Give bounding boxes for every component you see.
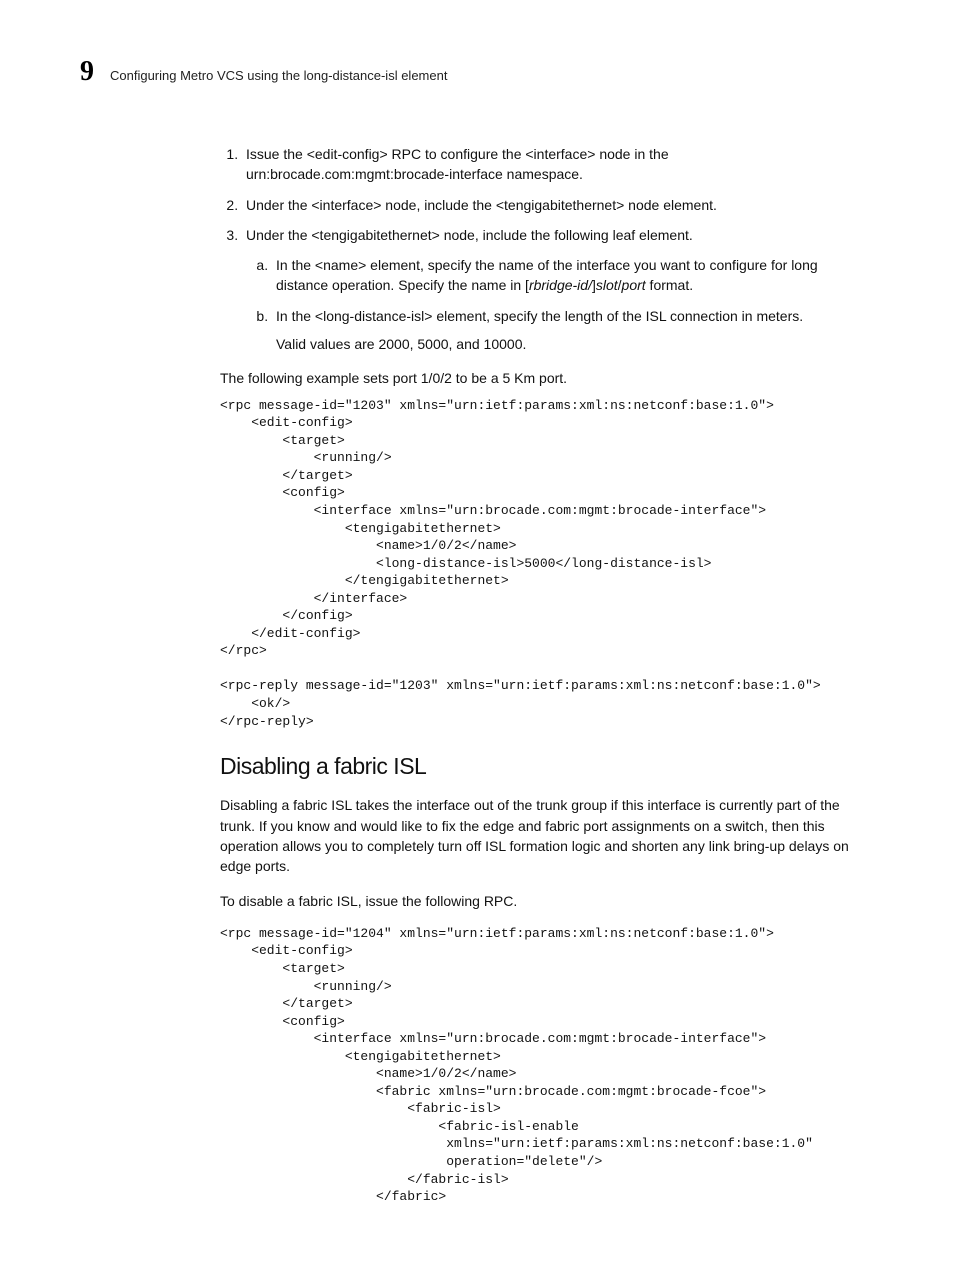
page-container: 9 Configuring Metro VCS using the long-d… bbox=[0, 0, 954, 1286]
step-3b-text: In the <long-distance-isl> element, spec… bbox=[276, 308, 803, 324]
step-3b: In the <long-distance-isl> element, spec… bbox=[272, 306, 868, 355]
step-3a-slot: slot bbox=[596, 277, 618, 293]
sub-steps: In the <name> element, specify the name … bbox=[246, 255, 868, 354]
page-header: 9 Configuring Metro VCS using the long-d… bbox=[80, 56, 874, 88]
step-3a-rbridge: rbridge-id/ bbox=[529, 277, 592, 293]
step-2: Under the <interface> node, include the … bbox=[242, 195, 868, 215]
procedure-list: Issue the <edit-config> RPC to configure… bbox=[220, 144, 868, 354]
step-3a-port: port bbox=[622, 277, 646, 293]
example-intro: The following example sets port 1/0/2 to… bbox=[220, 368, 868, 388]
step-3-text: Under the <tengigabitethernet> node, inc… bbox=[246, 227, 693, 243]
step-3a: In the <name> element, specify the name … bbox=[272, 255, 868, 296]
step-3b-valid: Valid values are 2000, 5000, and 10000. bbox=[276, 334, 868, 354]
code-block-2: <rpc message-id="1204" xmlns="urn:ietf:p… bbox=[220, 925, 868, 1206]
body-content: Issue the <edit-config> RPC to configure… bbox=[220, 144, 868, 1206]
section2-p1: Disabling a fabric ISL takes the interfa… bbox=[220, 795, 868, 876]
section-heading-disable: Disabling a fabric ISL bbox=[220, 750, 868, 783]
step-3a-suffix: format. bbox=[646, 277, 693, 293]
chapter-number: 9 bbox=[80, 56, 94, 88]
section2-p2: To disable a fabric ISL, issue the follo… bbox=[220, 891, 868, 911]
step-1: Issue the <edit-config> RPC to configure… bbox=[242, 144, 868, 185]
step-3: Under the <tengigabitethernet> node, inc… bbox=[242, 225, 868, 354]
code-block-1: <rpc message-id="1203" xmlns="urn:ietf:p… bbox=[220, 397, 868, 730]
chapter-title: Configuring Metro VCS using the long-dis… bbox=[110, 68, 447, 83]
